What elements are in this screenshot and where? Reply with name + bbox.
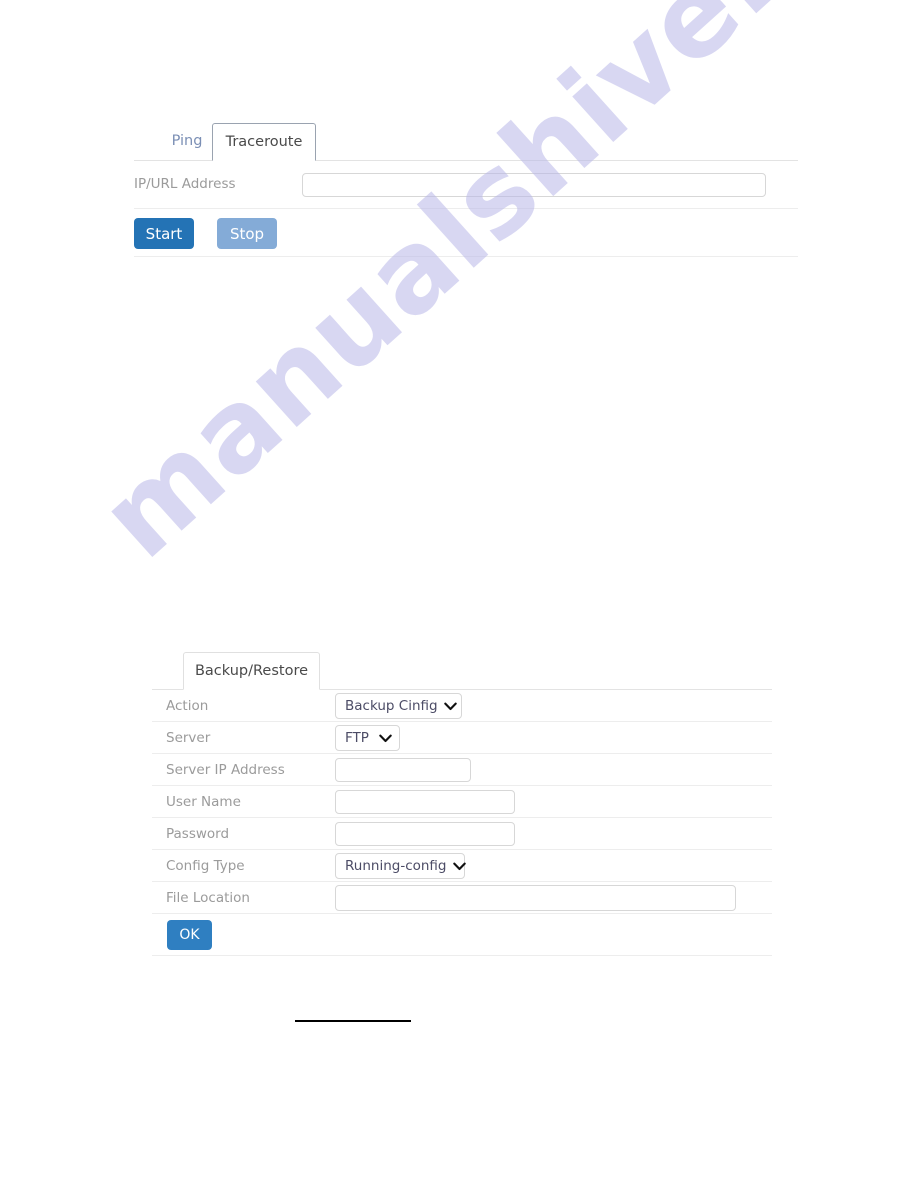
tab-traceroute[interactable]: Traceroute xyxy=(212,123,316,161)
action-select[interactable]: Backup Cinfig xyxy=(335,693,462,719)
server-row: Server FTP xyxy=(152,722,772,754)
config-type-select[interactable]: Running-config xyxy=(335,853,466,879)
watermark-text: manualshive.com xyxy=(76,0,918,584)
user-name-label: User Name xyxy=(166,794,241,810)
tab-ping-label: Ping xyxy=(171,133,203,149)
action-select-value: Backup Cinfig xyxy=(345,698,438,714)
diagnostics-tabstrip: Ping Traceroute xyxy=(134,123,798,161)
server-ip-address-row: Server IP Address xyxy=(152,754,772,786)
tab-ping[interactable]: Ping xyxy=(158,123,216,161)
password-label: Password xyxy=(166,826,230,842)
stop-button[interactable]: Stop xyxy=(217,218,277,249)
user-name-input[interactable] xyxy=(335,790,515,814)
action-label: Action xyxy=(166,698,209,714)
user-name-row: User Name xyxy=(152,786,772,818)
config-type-select-value: Running-config xyxy=(345,858,447,874)
bottom-horizontal-rule xyxy=(295,1020,411,1022)
backup-restore-panel: Backup/Restore Action Backup Cinfig Serv… xyxy=(152,652,772,956)
password-row: Password xyxy=(152,818,772,850)
tab-traceroute-label: Traceroute xyxy=(225,134,303,150)
chevron-down-icon xyxy=(443,702,457,711)
start-button[interactable]: Start xyxy=(134,218,194,249)
ok-button[interactable]: OK xyxy=(167,920,212,950)
password-input[interactable] xyxy=(335,822,515,846)
ip-url-address-label: IP/URL Address xyxy=(134,176,236,192)
server-select-value: FTP xyxy=(345,730,369,746)
tab-backup-restore[interactable]: Backup/Restore xyxy=(183,652,320,690)
diagnostics-panel: Ping Traceroute IP/URL Address Start Sto… xyxy=(134,123,798,257)
chevron-down-icon xyxy=(379,734,392,743)
action-row: Action Backup Cinfig xyxy=(152,690,772,722)
ip-url-address-input[interactable] xyxy=(302,173,766,197)
server-select[interactable]: FTP xyxy=(335,725,400,751)
server-ip-address-input[interactable] xyxy=(335,758,471,782)
ip-url-address-row: IP/URL Address xyxy=(134,161,798,209)
file-location-label: File Location xyxy=(166,890,250,906)
tab-backup-restore-label: Backup/Restore xyxy=(194,663,309,679)
server-label: Server xyxy=(166,730,211,746)
config-type-row: Config Type Running-config xyxy=(152,850,772,882)
diagnostics-actions-row: Start Stop xyxy=(134,209,798,257)
server-ip-address-label: Server IP Address xyxy=(166,762,285,778)
config-type-label: Config Type xyxy=(166,858,245,874)
row-separator xyxy=(152,955,772,956)
file-location-input[interactable] xyxy=(335,885,736,911)
file-location-row: File Location xyxy=(152,882,772,914)
row-separator xyxy=(134,256,798,257)
backup-actions-row: OK xyxy=(152,914,772,956)
backup-tabstrip: Backup/Restore xyxy=(152,652,772,690)
chevron-down-icon xyxy=(452,862,466,871)
